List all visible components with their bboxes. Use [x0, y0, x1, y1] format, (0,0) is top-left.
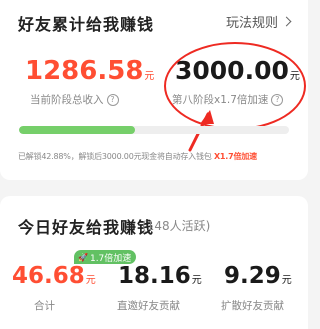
stat-total-unit: 元 [85, 275, 96, 286]
speedup-badge: 🚀 1.7倍加速 [74, 250, 137, 264]
active-count: (148人活跃) [142, 219, 211, 233]
today-title: 今日好友给我赚钱 [18, 218, 155, 237]
question-circle-icon[interactable]: ? [106, 93, 119, 106]
total-income-label-text: 当前阶段总收入 [30, 94, 104, 106]
stat-spread: 9.29元 [224, 263, 292, 289]
card-title: 好友累计给我赚钱 [18, 15, 155, 34]
stat-direct: 18.16元 [118, 263, 202, 289]
stat-spread-label: 扩散好友贡献 [221, 300, 284, 312]
total-income-amount: 1286.58元 [25, 56, 154, 86]
total-income-label: 当前阶段总收入 ? [30, 92, 119, 107]
unlock-progress-fill [19, 126, 135, 134]
stat-direct-label: 直邀好友贡献 [117, 300, 180, 312]
stat-total-value: 46.68 [12, 263, 85, 289]
unlock-note-accent: X1.7倍加速 [213, 152, 257, 161]
stat-direct-value: 18.16 [118, 263, 191, 289]
stat-spread-value: 9.29 [224, 263, 281, 289]
rules-link[interactable]: 玩法规则 [226, 12, 292, 31]
stat-total: 46.68元 [12, 263, 96, 289]
stat-spread-unit: 元 [281, 275, 292, 286]
total-income-value: 1286.58 [25, 56, 144, 86]
total-income-unit: 元 [144, 71, 155, 82]
unlock-progress-bar [19, 126, 289, 134]
unlock-note: 已解锁42.88%，解锁后3000.00元现金将自动存入钱包 X1.7倍加速 [18, 151, 257, 162]
cumulative-earnings-card: 好友累计给我赚钱 玩法规则 1286.58元 当前阶段总收入 ? 3000.00… [0, 0, 308, 180]
stat-total-label: 合计 [34, 300, 55, 312]
stat-direct-unit: 元 [191, 275, 202, 286]
rocket-icon: 🚀 [78, 252, 88, 262]
speedup-badge-label: 1.7倍加速 [89, 253, 132, 264]
chevron-right-icon [281, 16, 292, 27]
unlock-note-text: 已解锁42.88%，解锁后3000.00元现金将自动存入钱包 [18, 152, 212, 161]
rules-link-label: 玩法规则 [226, 16, 279, 31]
